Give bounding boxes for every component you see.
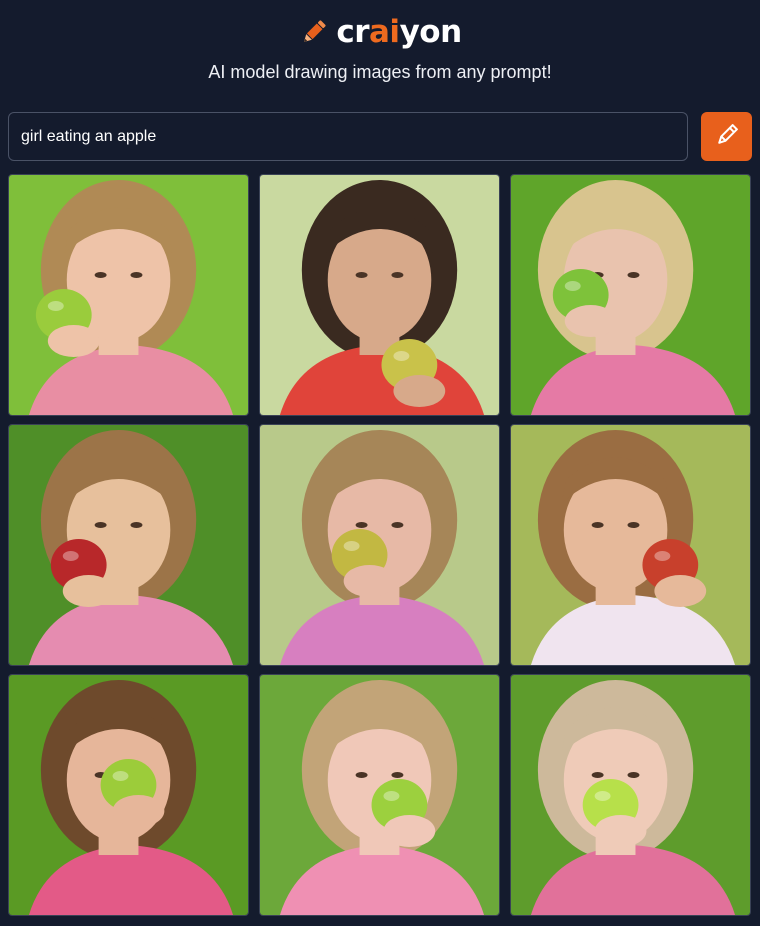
- draw-button[interactable]: [701, 112, 752, 161]
- pencil-icon: [714, 122, 740, 151]
- tagline: AI model drawing images from any prompt!: [208, 62, 552, 82]
- logo-prefix: cr: [336, 14, 370, 50]
- logo-accent: ai: [369, 14, 400, 50]
- result-image[interactable]: [8, 674, 249, 916]
- result-image[interactable]: [510, 674, 751, 916]
- pencil-icon: [298, 16, 330, 48]
- result-image[interactable]: [8, 174, 249, 416]
- logo-text: craiyon: [336, 14, 463, 50]
- result-image[interactable]: [510, 424, 751, 666]
- logo[interactable]: craiyon: [0, 12, 760, 52]
- result-image[interactable]: [259, 424, 500, 666]
- result-image[interactable]: [259, 174, 500, 416]
- result-image[interactable]: [8, 424, 249, 666]
- result-image[interactable]: [510, 174, 751, 416]
- prompt-input[interactable]: [8, 112, 688, 161]
- logo-suffix: yon: [399, 14, 463, 50]
- results-grid: [8, 174, 752, 916]
- result-image[interactable]: [259, 674, 500, 916]
